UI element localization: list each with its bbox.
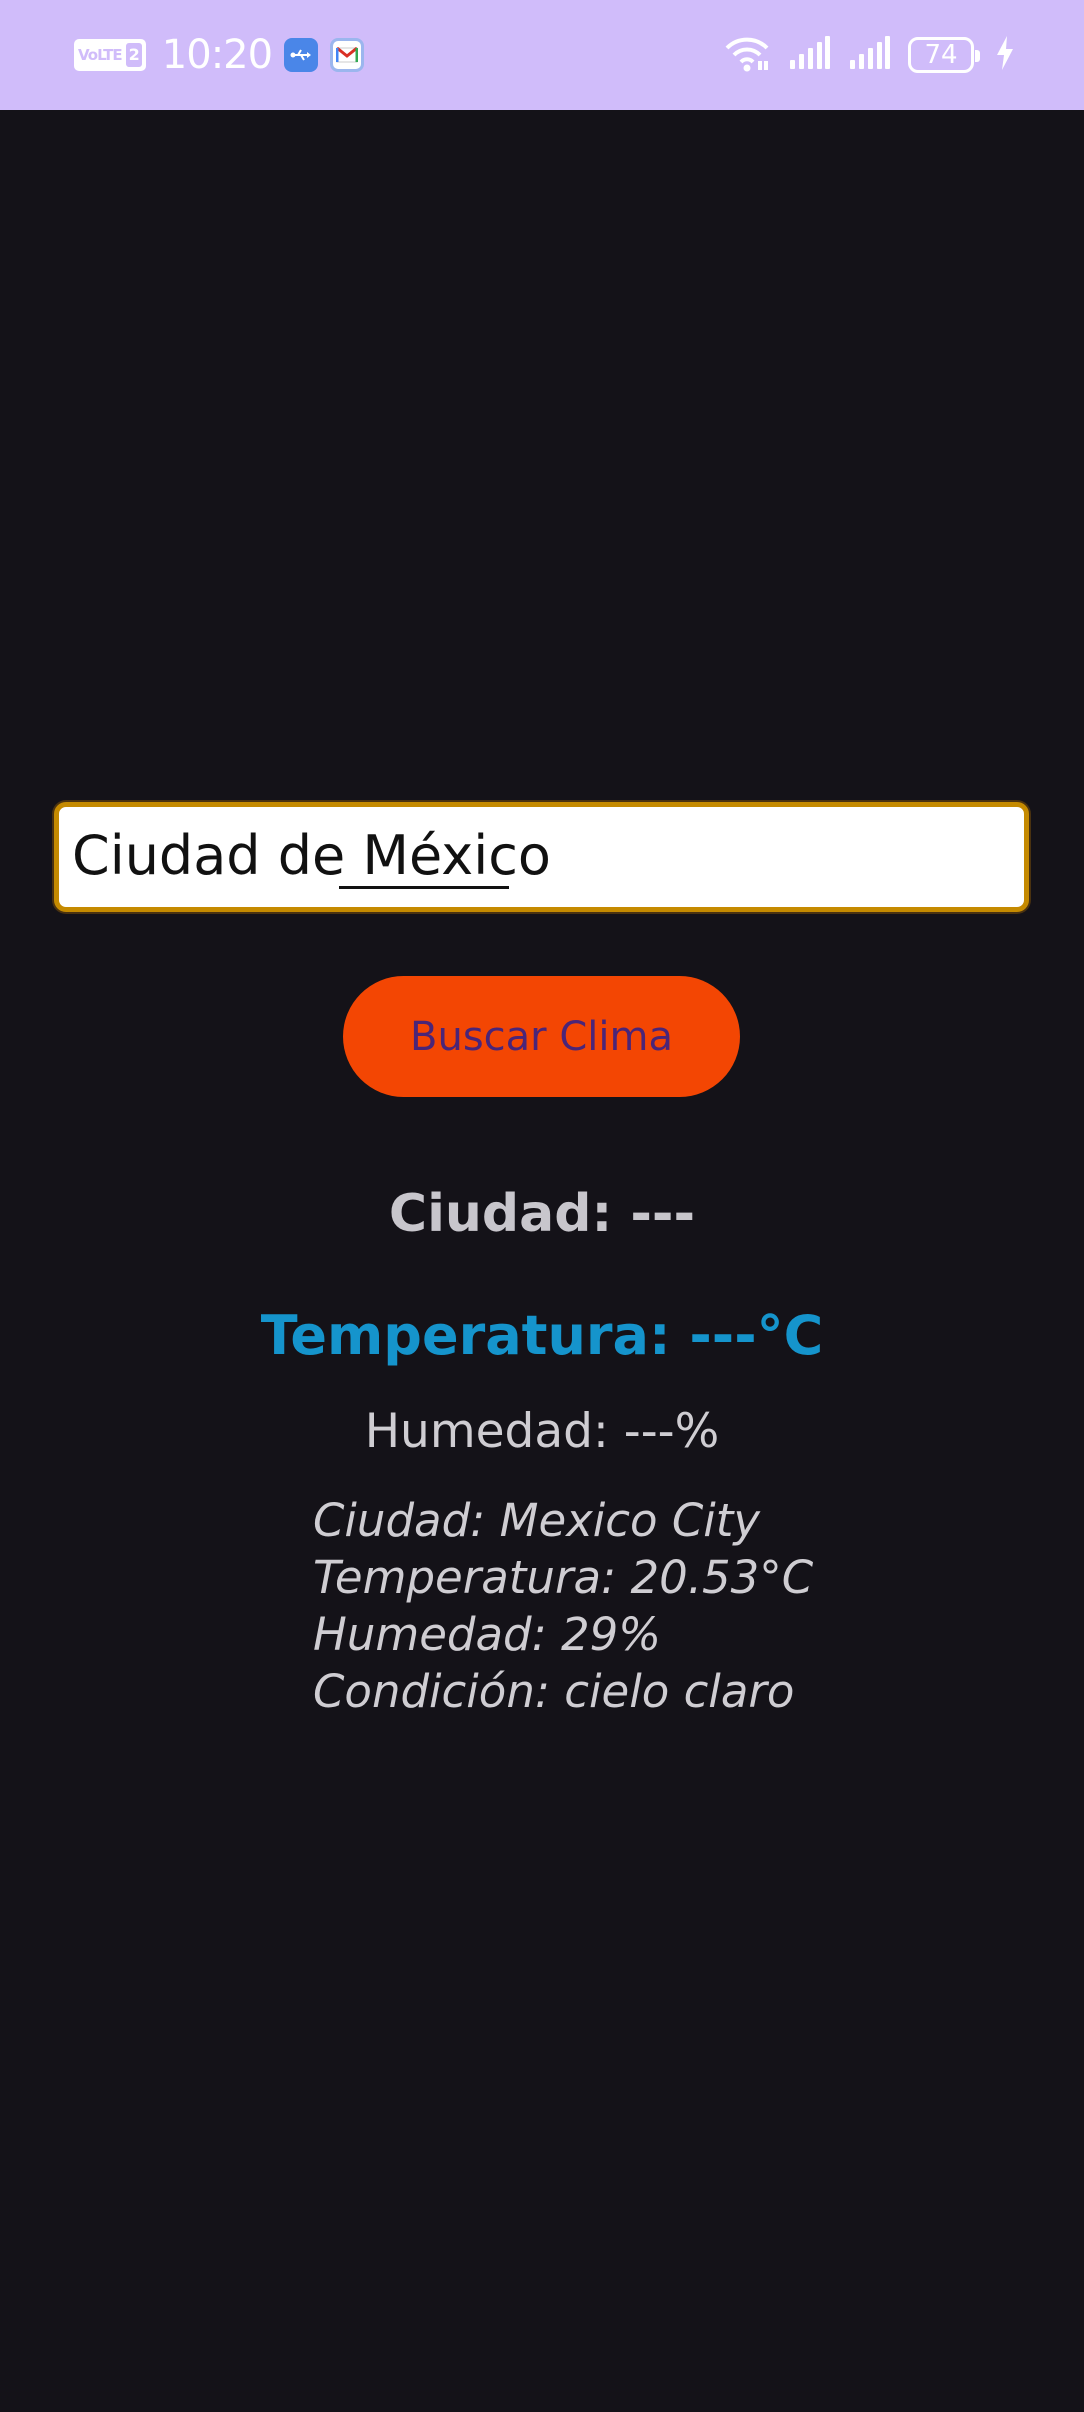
city-heading: Ciudad: --- [388, 1184, 696, 1244]
volte-label: VoLTE [78, 46, 123, 64]
humidity-heading: Humedad: ---% [364, 1404, 720, 1459]
city-search-input[interactable] [54, 802, 1029, 912]
spellcheck-underline [339, 886, 509, 889]
charging-icon [996, 36, 1014, 74]
sim-slot-label: 2 [125, 43, 142, 67]
battery-icon: 74 [908, 37, 980, 73]
search-weather-button[interactable]: Buscar Clima [343, 976, 740, 1097]
volte-badge: VoLTE 2 [74, 39, 146, 71]
status-bar: VoLTE 2 10:20 74 [0, 0, 1084, 110]
signal-icon [788, 36, 830, 74]
gmail-icon [330, 38, 365, 72]
wifi-icon [724, 34, 770, 76]
signal-icon [848, 36, 890, 74]
status-bar-right: 74 [706, 30, 1014, 80]
battery-level: 74 [924, 40, 958, 70]
weather-result-text: Ciudad: Mexico City Temperatura: 20.53°C… [313, 1494, 814, 1718]
status-bar-left: VoLTE 2 10:20 [74, 30, 365, 80]
usb-icon [284, 38, 319, 72]
temperature-heading: Temperatura: ---°C [260, 1304, 824, 1367]
status-clock: 10:20 [161, 32, 273, 78]
